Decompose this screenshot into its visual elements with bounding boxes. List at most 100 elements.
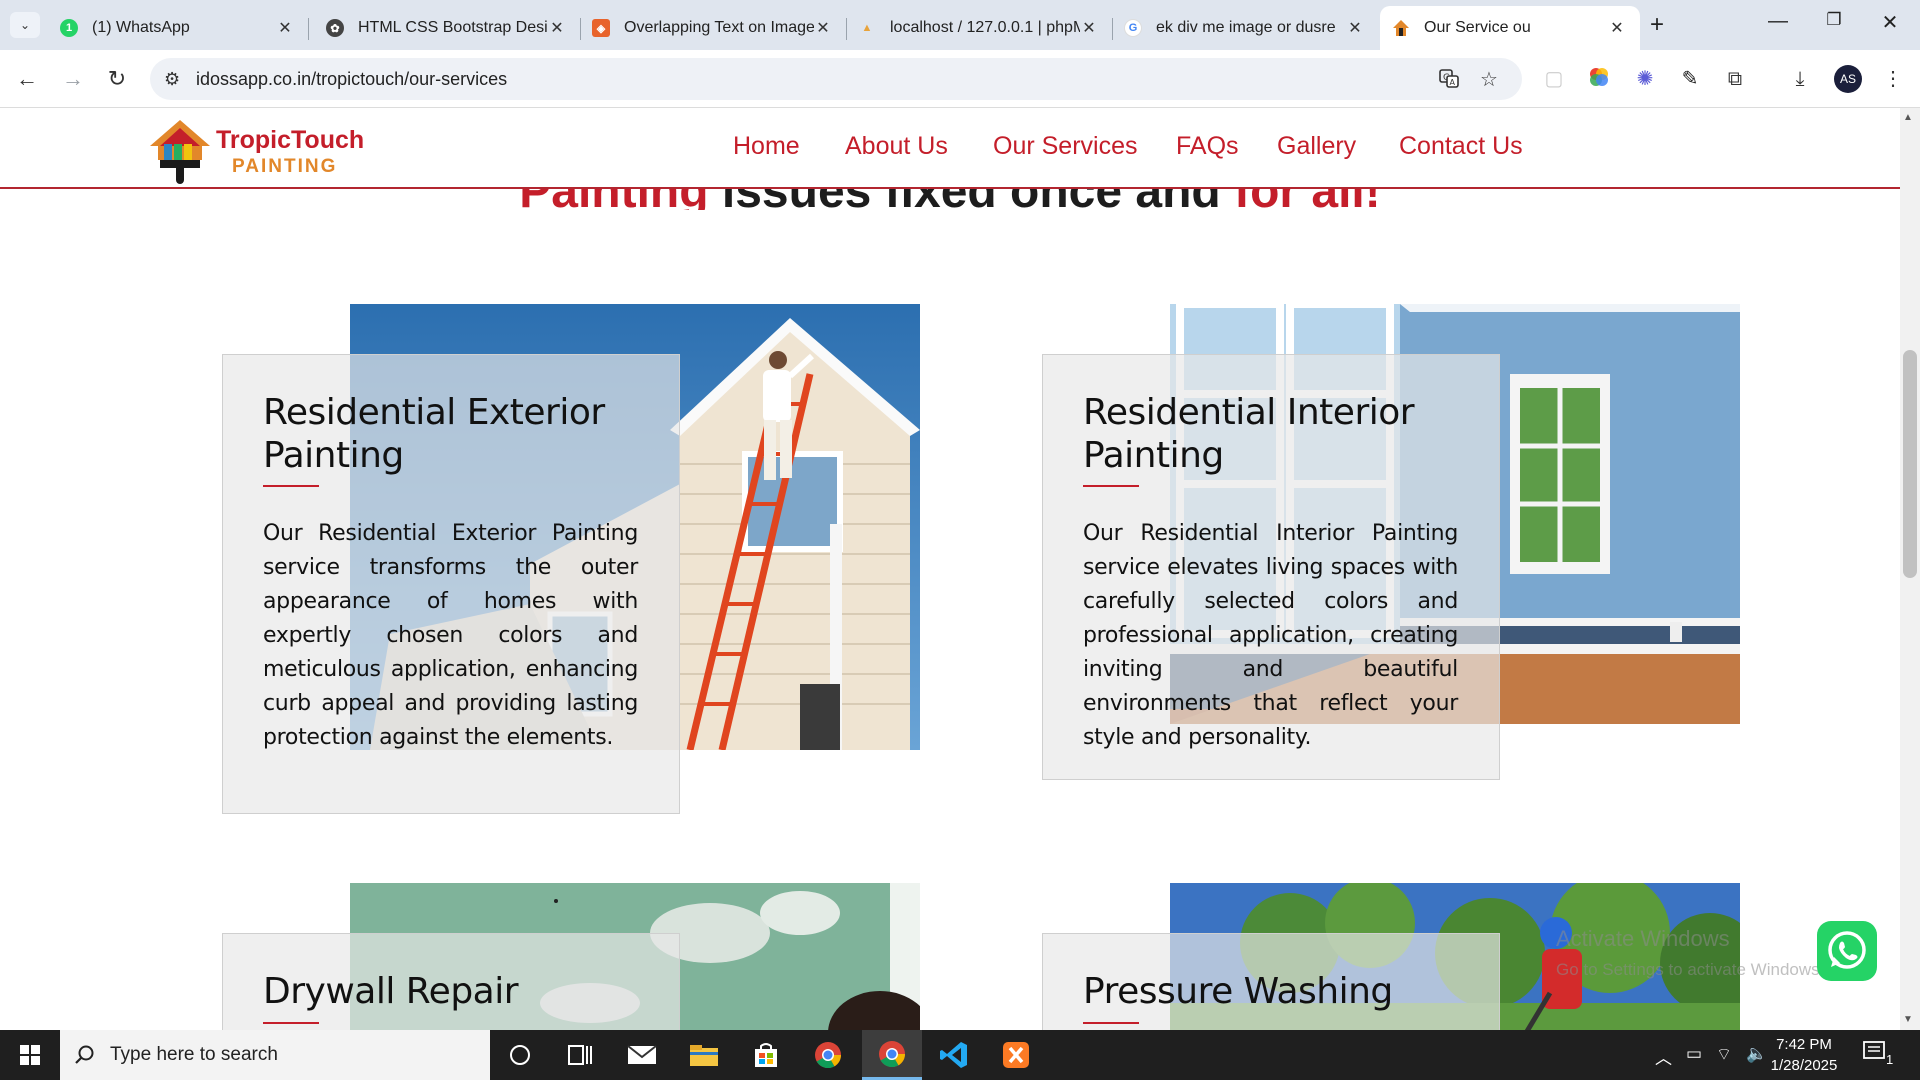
windows-logo-icon <box>20 1045 40 1065</box>
close-tab-icon[interactable]: ✕ <box>1346 18 1364 38</box>
taskbar-file-explorer[interactable] <box>674 1030 734 1080</box>
show-hidden-icons-chevron[interactable]: ︿ <box>1655 1044 1672 1069</box>
brand-name: TropicTouch <box>216 126 365 154</box>
service-card-exterior: Residential Exterior Painting Our Reside… <box>222 354 680 814</box>
taskbar-chrome-active[interactable] <box>862 1030 922 1080</box>
tab-our-service[interactable]: Our Service ou ✕ <box>1380 6 1640 50</box>
close-tab-icon[interactable]: ✕ <box>1608 18 1626 38</box>
nav-home[interactable]: Home <box>733 132 800 161</box>
windows-taskbar: Type here to search ︿ ▭ ⌔ 🔈 7:42 PM 1/28… <box>0 1030 1920 1080</box>
forward-button[interactable]: → <box>58 64 88 94</box>
taskbar-mail[interactable] <box>612 1030 672 1080</box>
title-underline <box>1083 485 1139 487</box>
browser-tab-bar: ⌄ 1 (1) WhatsApp ✕ ✿ HTML CSS Bootstrap … <box>0 0 1920 50</box>
activate-windows-subtext: Go to Settings to activate Windows. <box>1556 960 1825 979</box>
snowflake-extension-icon[interactable]: ✺ <box>1632 66 1658 92</box>
nav-our-services[interactable]: Our Services <box>993 132 1137 161</box>
bookmark-star-icon[interactable]: ☆ <box>1480 67 1498 92</box>
tropictouch-icon <box>1392 19 1410 37</box>
mail-icon <box>627 1045 657 1064</box>
whatsapp-icon <box>1828 931 1866 969</box>
tab-title: (1) WhatsApp <box>92 19 190 36</box>
back-button[interactable]: ← <box>12 64 42 94</box>
eyedropper-extension-icon[interactable]: ✎ <box>1677 66 1703 92</box>
close-tab-icon[interactable]: ✕ <box>276 18 294 38</box>
color-extension-icon[interactable] <box>1586 66 1612 92</box>
taskbar-store[interactable] <box>736 1030 796 1080</box>
activate-windows-watermark: Activate Windows <box>1556 926 1730 951</box>
taskbar-search-box[interactable]: Type here to search <box>60 1030 490 1080</box>
scroll-up-arrow[interactable]: ▲ <box>1903 112 1913 123</box>
whatsapp-chat-button[interactable] <box>1817 921 1877 981</box>
google-icon: G <box>1124 19 1142 37</box>
tab-html-css-bootstrap[interactable]: ✿ HTML CSS Bootstrap Desig ✕ <box>314 6 581 50</box>
scrollbar-thumb[interactable] <box>1903 350 1917 578</box>
tab-title: localhost / 127.0.0.1 | phpM <box>890 19 1080 36</box>
scroll-down-arrow[interactable]: ▼ <box>1903 1014 1913 1025</box>
service-title: Residential Exterior Painting <box>263 392 605 476</box>
tab-google-search[interactable]: G ek div me image or dusre ✕ <box>1112 6 1378 50</box>
profile-avatar[interactable]: AS <box>1834 65 1862 93</box>
tab-title: ek div me image or dusre <box>1156 19 1336 36</box>
nav-gallery[interactable]: Gallery <box>1277 132 1356 161</box>
chrome-icon <box>815 1042 842 1069</box>
task-view-button[interactable] <box>550 1030 610 1080</box>
close-tab-icon[interactable]: ✕ <box>814 18 832 38</box>
site-logo[interactable]: TropicTouch PAINTING <box>150 116 370 184</box>
extensions-puzzle-icon[interactable]: ⧉ <box>1722 66 1748 92</box>
phpmyadmin-icon: ▲ <box>861 22 873 34</box>
search-icon <box>75 1045 94 1064</box>
xampp-icon <box>1003 1042 1029 1068</box>
vscode-icon <box>940 1042 967 1068</box>
clock-date: 1/28/2025 <box>1770 1057 1838 1074</box>
title-underline <box>1083 1022 1139 1024</box>
restore-button[interactable]: ❐ <box>1814 10 1854 30</box>
close-tab-icon[interactable]: ✕ <box>1080 18 1098 38</box>
service-description: Our Residential Exterior Painting servic… <box>263 521 638 750</box>
notification-count: 1 <box>1886 1052 1894 1067</box>
site-settings-icon[interactable]: ⚙ <box>164 69 180 90</box>
taskbar-xampp[interactable] <box>986 1030 1046 1080</box>
url-text[interactable]: idossapp.co.in/tropictouch/our-services <box>196 69 507 90</box>
extension-blank-icon[interactable]: ▢ <box>1541 66 1567 92</box>
openai-icon: ✿ <box>326 19 344 37</box>
close-window-button[interactable]: ✕ <box>1870 10 1910 35</box>
tab-phpmyadmin[interactable]: ▲ localhost / 127.0.0.1 | phpM ✕ <box>846 6 1113 50</box>
page-viewport: Painting issues fixed once and for all! <box>0 108 1900 1030</box>
service-title: Drywall Repair <box>263 971 519 1012</box>
brand-tagline: PAINTING <box>232 156 338 177</box>
task-view-icon <box>568 1045 592 1065</box>
notification-icon <box>1863 1041 1885 1059</box>
service-card-interior: Residential Interior Painting Our Reside… <box>1042 354 1500 780</box>
taskbar-vscode[interactable] <box>924 1030 984 1080</box>
whatsapp-icon: 1 <box>60 19 78 37</box>
title-underline <box>263 485 319 487</box>
reload-button[interactable]: ↻ <box>102 64 132 94</box>
browser-toolbar: ← → ↻ ⚙ idossapp.co.in/tropictouch/our-s… <box>0 50 1920 108</box>
close-tab-icon[interactable]: ✕ <box>548 18 566 38</box>
service-description: Our Residential Interior Painting servic… <box>1083 521 1458 750</box>
svg-text:A: A <box>1450 78 1456 87</box>
title-underline <box>263 1022 319 1024</box>
tab-overlapping-text[interactable]: ◈ Overlapping Text on Image ✕ <box>580 6 847 50</box>
start-button[interactable] <box>0 1030 60 1080</box>
nav-contact-us[interactable]: Contact Us <box>1399 132 1523 161</box>
cortana-button[interactable] <box>490 1030 550 1080</box>
battery-icon[interactable]: ▭ <box>1686 1044 1702 1064</box>
codepen-icon: ◈ <box>592 19 610 37</box>
address-bar[interactable]: ⚙ idossapp.co.in/tropictouch/our-service… <box>150 58 1522 100</box>
taskbar-chrome[interactable] <box>798 1030 858 1080</box>
logo-house-brush-icon <box>150 120 210 184</box>
nav-about-us[interactable]: About Us <box>845 132 948 161</box>
wifi-icon[interactable]: ⌔ <box>1716 1044 1732 1065</box>
download-icon[interactable]: ⤓ <box>1787 66 1813 92</box>
minimize-button[interactable]: — <box>1758 10 1798 33</box>
nav-faqs[interactable]: FAQs <box>1176 132 1239 161</box>
tab-whatsapp[interactable]: 1 (1) WhatsApp ✕ <box>48 6 309 50</box>
translate-icon[interactable]: GA <box>1438 67 1460 95</box>
browser-menu-icon[interactable]: ⋮ <box>1880 66 1906 92</box>
tab-search-dropdown[interactable]: ⌄ <box>10 12 40 38</box>
notification-center-button[interactable]: 1 <box>1862 1040 1902 1070</box>
new-tab-button[interactable]: + <box>1650 12 1664 38</box>
taskbar-clock[interactable]: 7:42 PM 1/28/2025 <box>1762 1034 1846 1076</box>
